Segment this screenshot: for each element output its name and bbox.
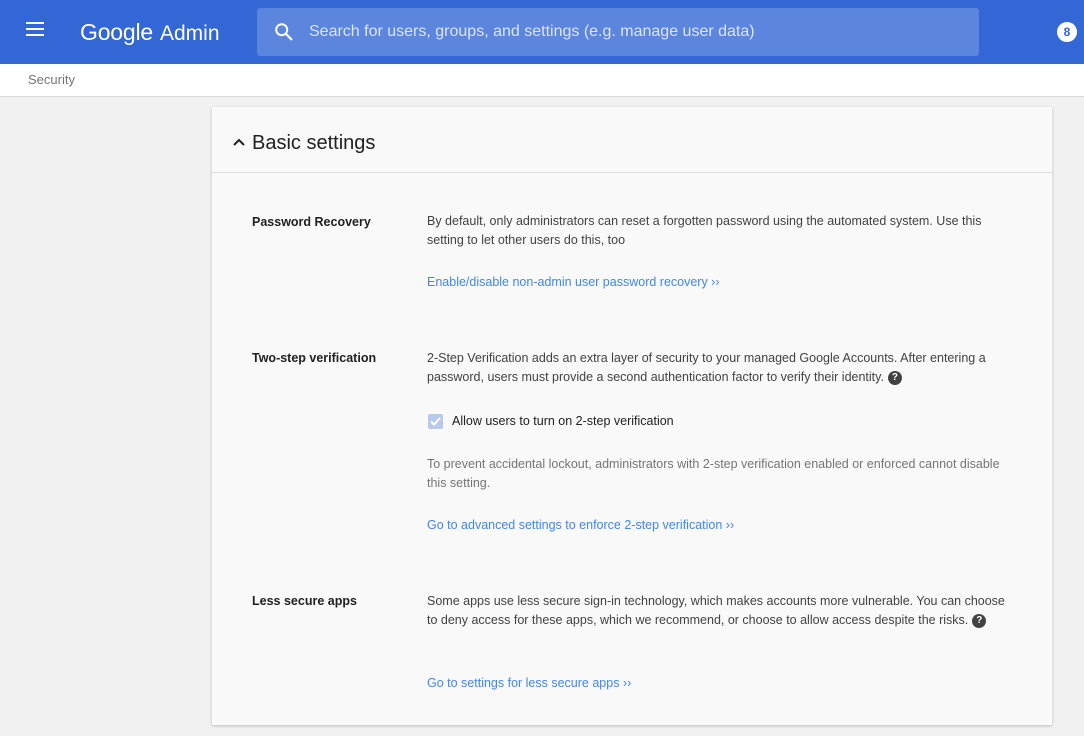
setting-note-two-step-verification: To prevent accidental lockout, administr… <box>427 457 1000 490</box>
setting-label-less-secure-apps: Less secure apps <box>252 594 357 608</box>
account-initial: 8 <box>1063 25 1071 39</box>
check-icon <box>430 417 441 426</box>
search-bar[interactable] <box>257 8 979 56</box>
setting-desc-password-recovery: By default, only administrators can rese… <box>427 214 982 247</box>
setting-label-two-step-verification: Two-step verification <box>252 351 377 365</box>
google-admin-logo[interactable]: Google Admin <box>80 17 220 47</box>
search-input[interactable] <box>309 8 959 56</box>
account-icon[interactable]: 8 <box>1057 22 1077 42</box>
breadcrumb-security[interactable]: Security <box>28 72 75 87</box>
allow-2sv-checkbox[interactable] <box>428 414 443 429</box>
search-icon[interactable] <box>273 21 295 43</box>
basic-settings-header[interactable]: Basic settings <box>212 107 1052 173</box>
setting-desc-less-secure-apps: Some apps use less secure sign-in techno… <box>427 592 1017 630</box>
allow-2sv-checkbox-label: Allow users to turn on 2-step verificati… <box>452 414 674 428</box>
setting-desc-two-step-verification: 2-Step Verification adds an extra layer … <box>427 349 1017 387</box>
less-secure-desc-text: Some apps use less secure sign-in techno… <box>427 594 1005 627</box>
menu-icon[interactable] <box>26 22 46 42</box>
card-title: Basic settings <box>252 132 376 154</box>
logo-google-text: Google <box>80 19 153 45</box>
help-icon[interactable]: ? <box>972 614 987 628</box>
breadcrumb-bar: Security <box>0 64 1084 97</box>
logo-admin-text: Admin <box>159 22 220 45</box>
help-icon[interactable]: ? <box>887 371 902 385</box>
setting-label-password-recovery: Password Recovery <box>252 215 371 229</box>
chevron-up-icon[interactable] <box>232 137 246 147</box>
password-recovery-link[interactable]: Enable/disable non-admin user password r… <box>427 275 720 289</box>
enforce-2sv-link[interactable]: Go to advanced settings to enforce 2-ste… <box>427 518 734 532</box>
basic-settings-card: Basic settings Password Recovery By defa… <box>212 107 1052 725</box>
top-app-bar: Google Admin 8 <box>0 0 1084 64</box>
less-secure-apps-link[interactable]: Go to settings for less secure apps ›› <box>427 676 631 690</box>
